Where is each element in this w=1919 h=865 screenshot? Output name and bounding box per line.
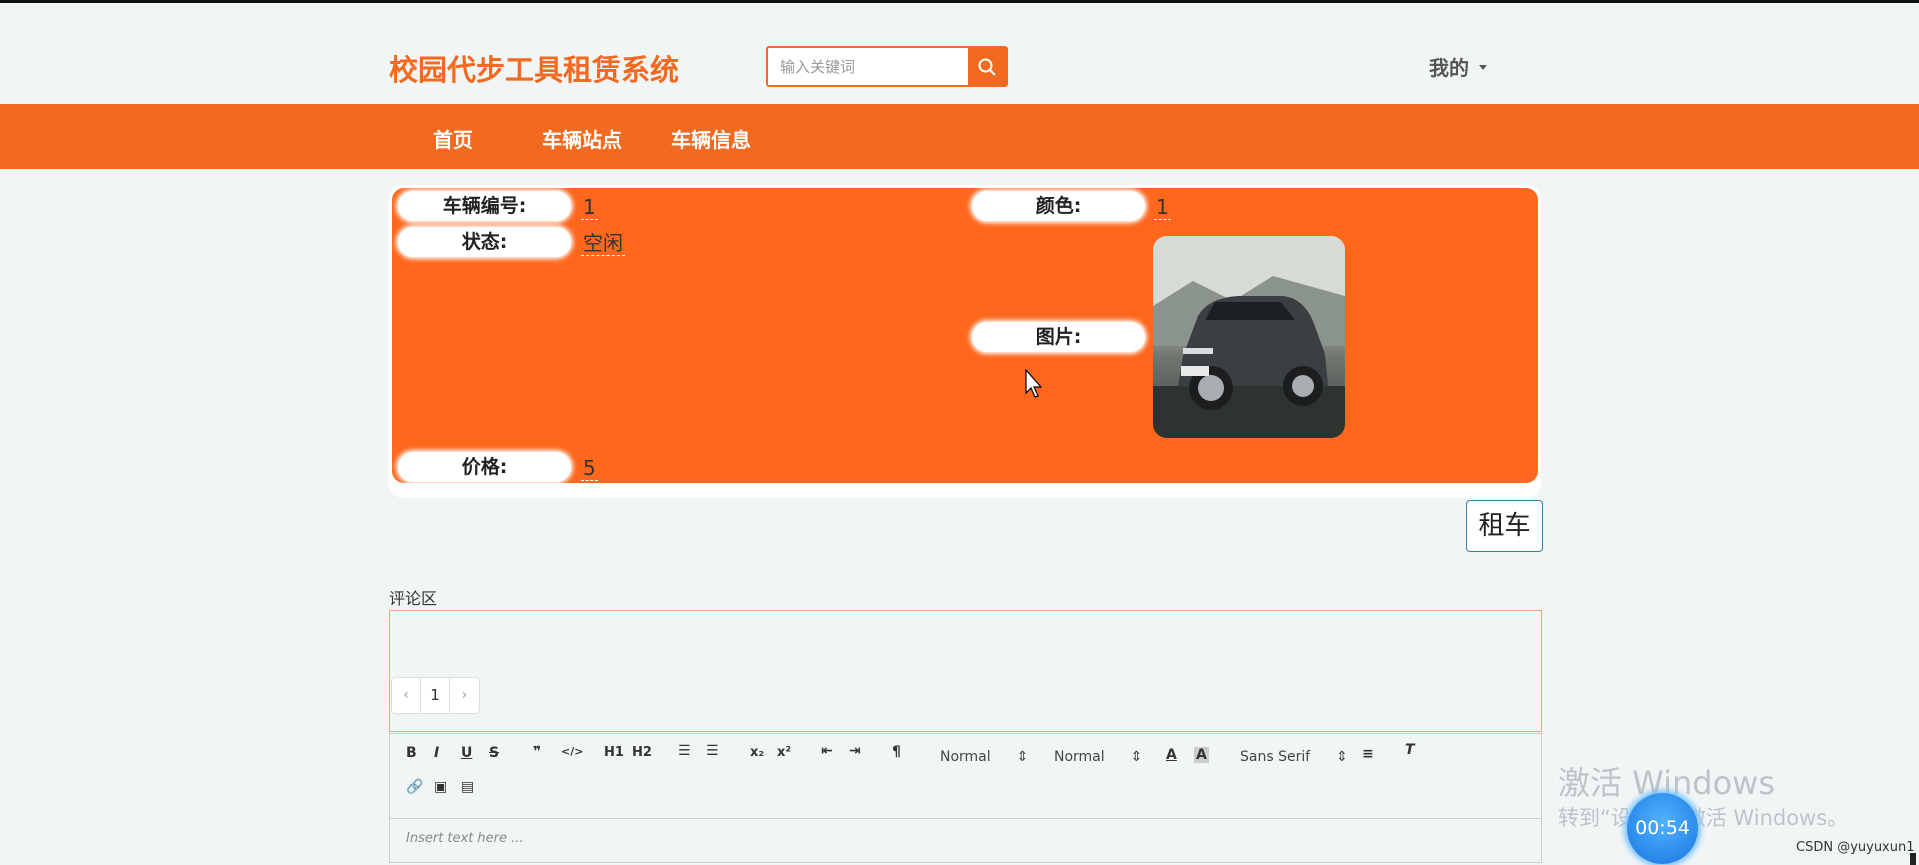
select-arrows-icon: ⇕ [1130, 749, 1143, 765]
code-block-icon[interactable]: </> [561, 745, 583, 758]
color-label: 颜色: [972, 191, 1145, 221]
color-value: 1 [1154, 195, 1171, 220]
align-icon[interactable]: ≡ [1362, 746, 1374, 762]
vehicle-detail-panel: 车辆编号: 1 状态: 空闲 价格: 5 颜色: 1 图片: [392, 188, 1538, 483]
chevron-down-icon [1479, 65, 1487, 70]
comment-section-title: 评论区 [389, 589, 438, 608]
scrollbar-edge [1910, 853, 1916, 865]
header-1-icon[interactable]: H1 [604, 745, 624, 760]
header-select[interactable]: Normal ⇕ [1054, 749, 1142, 765]
site-header: 校园代步工具租赁系统 我的 [0, 3, 1919, 104]
search-button[interactable] [968, 48, 1006, 85]
text-direction-icon[interactable]: ¶ [892, 744, 901, 760]
csdn-credit: CSDN @yuyuxun1 [1796, 840, 1915, 855]
editor-toolbar: B I U S ❞ </> H1 H2 ☰ ☰ x₂ x² ⇤ ⇥ ¶ Norm… [389, 733, 1542, 819]
superscript-icon[interactable]: x² [777, 745, 791, 760]
car-illustration [1153, 236, 1345, 438]
vehicle-image [1153, 236, 1345, 438]
next-page-button[interactable]: › [450, 678, 479, 713]
video-icon[interactable]: ▤ [461, 779, 474, 795]
font-select-value: Sans Serif [1240, 749, 1311, 765]
background-color-icon[interactable]: A [1194, 747, 1209, 763]
bold-icon[interactable]: B [406, 745, 417, 761]
search-input[interactable] [768, 48, 968, 85]
price-label: 价格: [398, 452, 571, 482]
vehicle-number-value: 1 [581, 195, 598, 220]
nav-item-vehicles[interactable]: 车辆信息 [671, 124, 751, 153]
link-icon[interactable]: 🔗 [406, 779, 423, 795]
windows-activation-hint: 转到“设置”以激活 Windows。 [1558, 806, 1849, 830]
font-color-icon[interactable]: A [1166, 747, 1177, 763]
size-select[interactable]: Normal ⇕ [940, 749, 1028, 765]
font-select[interactable]: Sans Serif ⇕ [1240, 749, 1348, 765]
user-menu-label: 我的 [1429, 56, 1469, 80]
header-2-icon[interactable]: H2 [632, 745, 652, 760]
comment-list-area [389, 610, 1542, 732]
status-label: 状态: [398, 227, 571, 257]
search-bar [766, 46, 1008, 87]
vehicle-detail-card: 车辆编号: 1 状态: 空闲 价格: 5 颜色: 1 图片: [389, 185, 1541, 498]
size-select-value: Normal [940, 749, 991, 765]
prev-page-button[interactable]: ‹ [392, 678, 421, 713]
image-icon[interactable]: ▣ [434, 779, 447, 795]
clear-format-icon[interactable]: T [1405, 742, 1415, 758]
select-arrows-icon: ⇕ [1336, 749, 1348, 765]
vehicle-number-label: 车辆编号: [398, 191, 571, 221]
rent-button[interactable]: 租车 [1466, 500, 1543, 552]
bullet-list-icon[interactable]: ☰ [706, 743, 719, 759]
status-value: 空闲 [581, 231, 625, 256]
mouse-cursor-icon [1025, 369, 1043, 398]
price-value: 5 [581, 456, 598, 481]
editor-placeholder: Insert text here ... [406, 831, 524, 846]
outdent-icon[interactable]: ⇤ [821, 743, 833, 759]
strike-icon[interactable]: S [489, 745, 499, 761]
underline-icon[interactable]: U [461, 745, 472, 761]
main-nav: 首页 车辆站点 车辆信息 [0, 104, 1919, 169]
nav-item-stations[interactable]: 车辆站点 [542, 124, 622, 153]
ordered-list-icon[interactable]: ☰ [678, 743, 691, 759]
comment-editor[interactable]: Insert text here ... [389, 819, 1542, 863]
comment-pagination: ‹ 1 › [391, 677, 480, 714]
image-label: 图片: [972, 322, 1145, 352]
select-arrows-icon: ⇕ [1016, 749, 1029, 765]
indent-icon[interactable]: ⇥ [849, 743, 861, 759]
nav-item-home[interactable]: 首页 [433, 124, 473, 153]
user-menu[interactable]: 我的 [1429, 52, 1487, 81]
blockquote-icon[interactable]: ❞ [533, 744, 541, 760]
header-select-value: Normal [1054, 749, 1105, 765]
site-logo[interactable]: 校园代步工具租赁系统 [389, 47, 679, 89]
recording-timer[interactable]: 00:54 [1627, 793, 1698, 864]
subscript-icon[interactable]: x₂ [750, 745, 764, 760]
italic-icon[interactable]: I [434, 745, 439, 761]
search-icon [978, 58, 996, 76]
page-number-1[interactable]: 1 [421, 678, 450, 713]
